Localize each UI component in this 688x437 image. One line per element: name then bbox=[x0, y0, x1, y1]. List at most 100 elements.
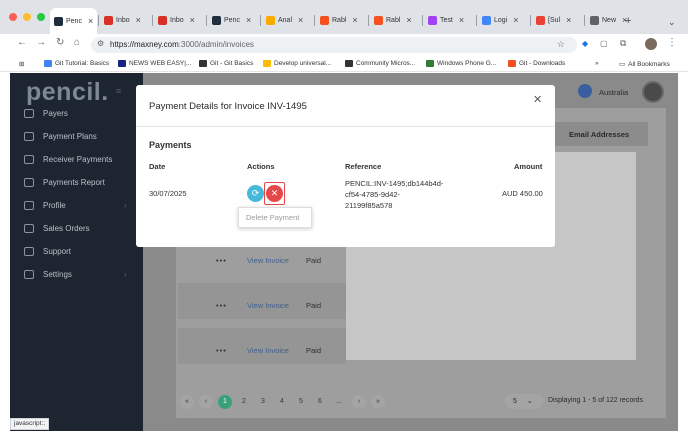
page-button-6[interactable]: 6 bbox=[313, 395, 327, 409]
back-icon[interactable]: ← bbox=[17, 37, 27, 48]
sidebar-item-label: Payments Report bbox=[43, 178, 105, 187]
bookmark-item[interactable]: Develop universal... bbox=[263, 60, 331, 67]
bookmarks-overflow-icon[interactable]: » bbox=[595, 60, 599, 67]
view-invoice-link[interactable]: View Invoice bbox=[247, 256, 289, 265]
tab-separator bbox=[530, 15, 531, 26]
sidebar-item[interactable]: Settings bbox=[24, 270, 72, 279]
bookmark-item[interactable]: NEWS WEB EASY|... bbox=[118, 60, 191, 67]
bookmark-favicon-icon bbox=[426, 60, 434, 67]
tab-separator bbox=[260, 15, 261, 26]
tab-4[interactable]: Anal × bbox=[262, 10, 313, 30]
tab-label: Logi bbox=[494, 16, 508, 24]
modal-title: Payment Details for Invoice INV-1495 bbox=[149, 101, 307, 112]
view-invoice-link[interactable]: View Invoice bbox=[247, 346, 289, 355]
page-button-1[interactable]: 1 bbox=[218, 395, 232, 409]
page-button-7[interactable]: ... bbox=[332, 395, 346, 409]
bookmark-favicon-icon bbox=[44, 60, 52, 67]
forward-icon[interactable]: → bbox=[36, 37, 46, 48]
extension-box-icon[interactable]: ▢ bbox=[600, 39, 608, 48]
reload-icon[interactable]: ↻ bbox=[56, 37, 64, 48]
sidebar-item-label: Profile bbox=[43, 201, 66, 210]
reference-line: PENCIL:INV-1495;db144b4d- bbox=[345, 179, 444, 188]
tab-favicon-icon bbox=[104, 15, 113, 25]
sidebar-item[interactable]: Support bbox=[24, 247, 71, 256]
tab-8[interactable]: Logi × bbox=[478, 10, 529, 30]
extension-icon[interactable]: ◆ bbox=[582, 39, 588, 48]
close-icon[interactable]: ✕ bbox=[533, 93, 542, 106]
sidebar-item[interactable]: Sales Orders bbox=[24, 224, 90, 233]
bookmark-item[interactable]: Git Tutorial: Basics bbox=[44, 60, 109, 67]
delete-payment-button[interactable]: ✕ bbox=[266, 185, 283, 202]
tab-0[interactable]: Penc × bbox=[50, 8, 97, 34]
bookmark-item[interactable]: Git - Downloads bbox=[508, 60, 565, 67]
tab-favicon-icon bbox=[158, 15, 167, 25]
tab-close-icon[interactable]: × bbox=[246, 15, 251, 25]
tab-6[interactable]: Rabl × bbox=[370, 10, 421, 30]
tab-close-icon[interactable]: × bbox=[566, 15, 571, 25]
new-tab-button[interactable]: + bbox=[621, 11, 631, 31]
bookmark-item[interactable]: Git - Git Basics bbox=[199, 60, 253, 67]
tab-separator bbox=[368, 15, 369, 26]
tab-close-icon[interactable]: × bbox=[459, 15, 464, 25]
row-actions-menu[interactable]: ••• bbox=[216, 346, 227, 355]
view-invoice-link[interactable]: View Invoice bbox=[247, 301, 289, 310]
tab-favicon-icon bbox=[212, 15, 221, 25]
zoom-window-button[interactable] bbox=[37, 13, 45, 21]
chevron-right-icon: › bbox=[124, 270, 127, 279]
url-bar[interactable]: ⚙ https://maxney.com:3000/admin/invoices… bbox=[91, 37, 577, 53]
sidebar-item[interactable]: Payment Plans bbox=[24, 132, 97, 141]
tab-close-icon[interactable]: × bbox=[513, 15, 518, 25]
chevron-right-icon: › bbox=[124, 201, 127, 210]
tab-close-icon[interactable]: × bbox=[136, 15, 141, 25]
row-actions-menu[interactable]: ••• bbox=[216, 256, 227, 265]
tab-search-icon[interactable]: ⌄ bbox=[664, 12, 676, 32]
first-page-button[interactable]: « bbox=[180, 395, 194, 409]
next-page-button[interactable]: › bbox=[352, 395, 366, 409]
profile-avatar[interactable] bbox=[645, 38, 657, 50]
sidebar-item[interactable]: Receiver Payments bbox=[24, 155, 112, 164]
bookmark-label: Git - Git Basics bbox=[210, 60, 254, 67]
tab-label: Penc bbox=[224, 16, 240, 24]
region-label[interactable]: Australia bbox=[599, 88, 628, 97]
row-actions-menu[interactable]: ••• bbox=[216, 301, 227, 310]
site-info-icon[interactable]: ⚙ bbox=[97, 39, 104, 48]
payment-date: 30/07/2025 bbox=[149, 189, 187, 198]
tab-7[interactable]: Test × bbox=[424, 10, 475, 30]
page-button-5[interactable]: 5 bbox=[294, 395, 308, 409]
sidebar-item[interactable]: Payers bbox=[24, 109, 68, 118]
all-bookmarks-button[interactable]: ▭ All Bookmarks bbox=[619, 60, 670, 69]
tab-9[interactable]: [Sul × bbox=[532, 10, 583, 30]
tab-close-icon[interactable]: × bbox=[406, 15, 411, 25]
bookmark-item[interactable]: Community Micros... bbox=[345, 60, 415, 67]
user-avatar[interactable] bbox=[642, 81, 664, 103]
close-window-button[interactable] bbox=[9, 13, 17, 21]
tab-close-icon[interactable]: × bbox=[190, 15, 195, 25]
status-label: Paid bbox=[306, 346, 322, 355]
tab-close-icon[interactable]: × bbox=[88, 16, 93, 26]
page-button-2[interactable]: 2 bbox=[237, 395, 251, 409]
refresh-payment-button[interactable]: ⟳ bbox=[247, 185, 264, 202]
tab-3[interactable]: Penc × bbox=[208, 10, 259, 30]
menu-toggle-icon[interactable]: ≡ bbox=[116, 86, 121, 96]
bookmark-star-icon[interactable]: ☆ bbox=[557, 39, 565, 50]
tab-5[interactable]: Rabl × bbox=[316, 10, 367, 30]
browser-menu-icon[interactable]: ⋮ bbox=[667, 37, 677, 48]
tab-2[interactable]: Inbo × bbox=[154, 10, 205, 30]
tab-close-icon[interactable]: × bbox=[298, 15, 303, 25]
extensions-puzzle-icon[interactable]: ⧉ bbox=[620, 38, 626, 49]
tab-label: Test bbox=[440, 16, 453, 24]
last-page-button[interactable]: » bbox=[371, 395, 385, 409]
apps-grid-icon[interactable]: ⊞ bbox=[19, 60, 24, 68]
tab-1[interactable]: Inbo × bbox=[100, 10, 151, 30]
page-size-select[interactable]: 5 ⌄ bbox=[505, 394, 543, 409]
prev-page-button[interactable]: ‹ bbox=[199, 395, 213, 409]
email-addresses-header[interactable]: Email Addresses bbox=[555, 122, 648, 146]
sidebar-item[interactable]: Payments Report bbox=[24, 178, 105, 187]
home-icon[interactable]: ⌂ bbox=[74, 37, 80, 48]
bookmark-item[interactable]: Windows Phone G... bbox=[426, 60, 496, 67]
tab-close-icon[interactable]: × bbox=[352, 15, 357, 25]
page-button-3[interactable]: 3 bbox=[256, 395, 270, 409]
sidebar-item[interactable]: Profile bbox=[24, 201, 66, 210]
minimize-window-button[interactable] bbox=[23, 13, 31, 21]
page-button-4[interactable]: 4 bbox=[275, 395, 289, 409]
